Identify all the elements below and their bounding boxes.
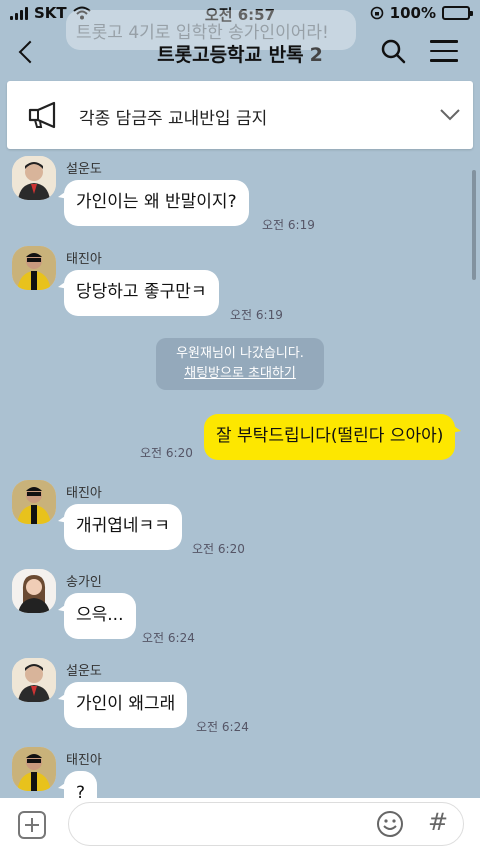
avatar-songgain[interactable] (12, 569, 56, 613)
person-avatar-icon (12, 747, 56, 791)
person-avatar-icon (12, 156, 56, 200)
chat-title-text: 트롯고등학교 반톡 (157, 44, 304, 66)
message-time: 오전 6:20 (140, 446, 193, 460)
orientation-lock-icon (370, 6, 383, 20)
sender-name: 설운도 (66, 162, 102, 177)
message-bubble[interactable]: 개귀엽네ㅋㅋ (58, 504, 182, 550)
avatar-taejina[interactable] (12, 747, 56, 791)
sender-name: 태진아 (66, 753, 102, 768)
message-bubble[interactable]: 으윽... (58, 593, 136, 639)
message-time: 오전 6:19 (230, 308, 283, 322)
message-time: 오전 6:24 (196, 720, 249, 734)
message-time: 오전 6:19 (262, 218, 315, 232)
avatar-taejina[interactable] (12, 480, 56, 524)
chat-title: 트롯고등학교 반톡 2 (0, 40, 480, 67)
message-time: 오전 6:20 (192, 542, 245, 556)
notice-banner[interactable]: 각종 담금주 교내반입 금지 (7, 81, 473, 149)
battery-percent: 100% (389, 4, 436, 22)
system-message: 우원재님이 나갔습니다. 채팅방으로 초대하기 (156, 338, 324, 390)
person-avatar-icon (12, 246, 56, 290)
megaphone-icon (28, 101, 56, 129)
chevron-down-icon[interactable] (439, 103, 461, 125)
avatar-taejina[interactable] (12, 246, 56, 290)
avatar-seolundo[interactable] (12, 658, 56, 702)
menu-icon[interactable] (430, 40, 458, 64)
emoji-icon[interactable] (376, 810, 404, 838)
sender-name: 송가인 (66, 575, 102, 590)
battery-icon (442, 6, 473, 20)
hashtag-button[interactable]: # (428, 808, 448, 836)
person-avatar-icon (12, 569, 56, 613)
plus-icon[interactable] (18, 811, 46, 839)
input-bar: # (0, 798, 480, 850)
chat-header: 트롯고 4기로 입학한 송가인이어라! 트롯고등학교 반톡 2 (0, 10, 480, 80)
avatar-seolundo[interactable] (12, 156, 56, 200)
sender-name: 태진아 (66, 252, 102, 267)
my-message-bubble[interactable]: 잘 부탁드립니다(떨린다 으아아) (204, 414, 462, 460)
status-right: 100% (370, 4, 473, 22)
sender-name: 설운도 (66, 664, 102, 679)
message-time: 오전 6:24 (142, 631, 195, 645)
person-avatar-icon (12, 480, 56, 524)
message-bubble[interactable]: 가인이 왜그래 (57, 682, 188, 728)
message-input[interactable] (68, 802, 464, 846)
search-icon[interactable] (380, 38, 406, 64)
sender-name: 태진아 (66, 486, 102, 501)
invite-link[interactable]: 채팅방으로 초대하기 (156, 364, 324, 384)
message-bubble[interactable]: 당당하고 좋구만ㅋ (58, 270, 219, 316)
scrollbar[interactable] (472, 170, 476, 280)
notice-text: 각종 담금주 교내반입 금지 (79, 109, 268, 129)
message-bubble[interactable]: 가인이는 왜 반말이지? (58, 180, 249, 226)
person-avatar-icon (12, 658, 56, 702)
system-message-text: 우원재님이 나갔습니다. (176, 346, 304, 361)
member-count: 2 (309, 44, 323, 66)
